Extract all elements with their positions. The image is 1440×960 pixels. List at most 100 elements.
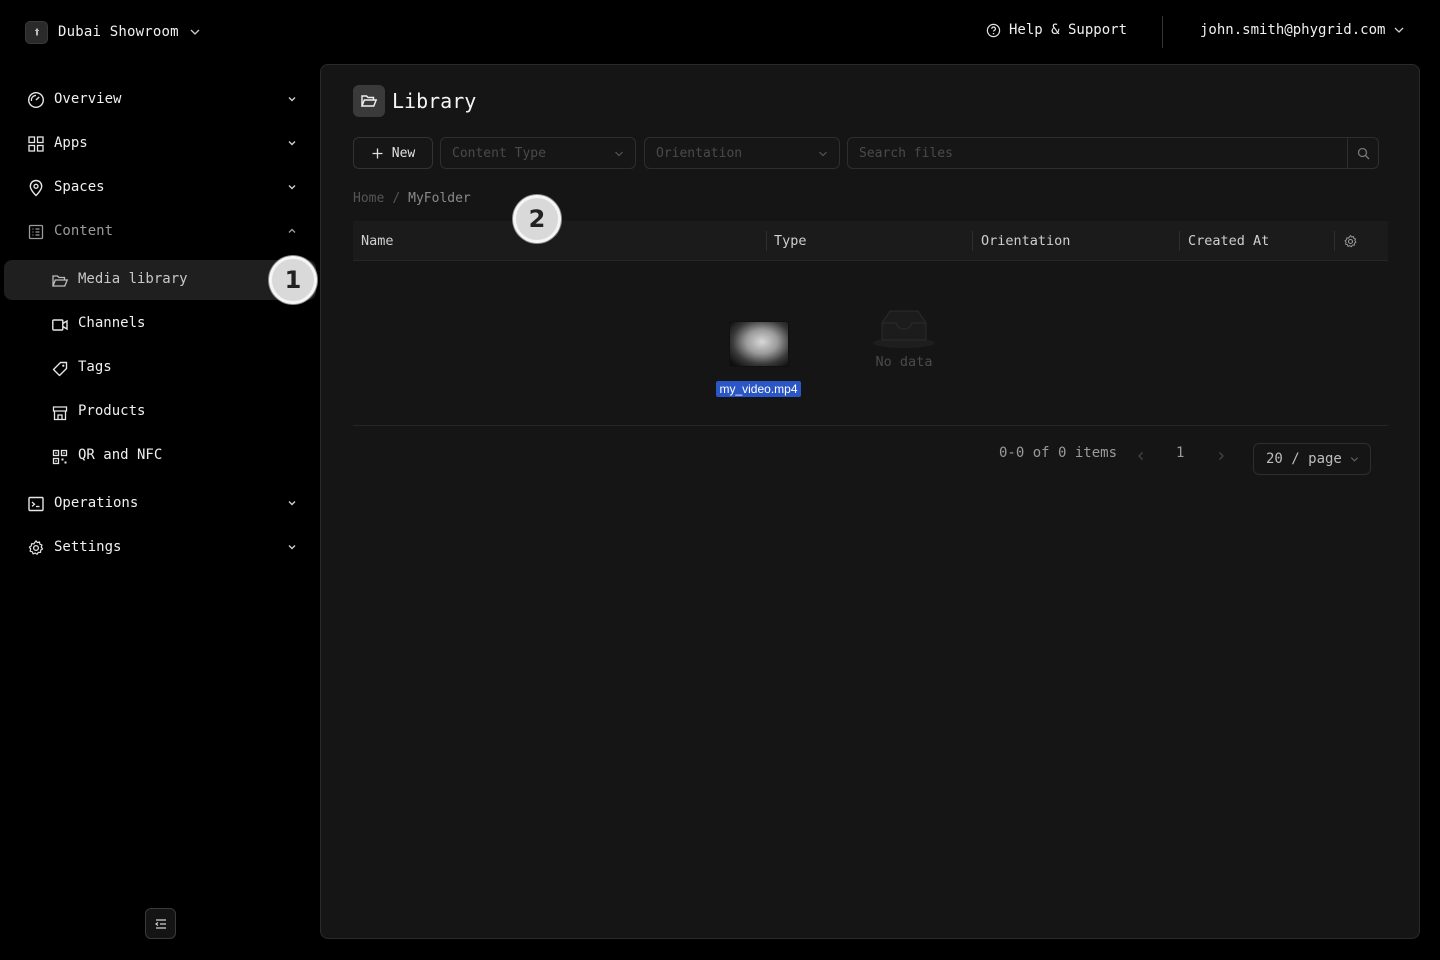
page-header: Library	[353, 85, 476, 117]
chevron-down-icon	[286, 541, 298, 553]
prev-page-button[interactable]	[1136, 451, 1146, 461]
chevron-down-icon	[286, 93, 298, 105]
column-divider	[972, 231, 973, 251]
collapse-sidebar-button[interactable]	[145, 908, 176, 939]
next-page-button[interactable]	[1216, 451, 1226, 461]
sidebar-item-apps[interactable]: Apps	[4, 123, 316, 163]
sidebar: Overview Apps Spaces Content Media libra…	[0, 64, 320, 960]
chevron-down-icon	[817, 148, 829, 160]
column-divider	[766, 231, 767, 251]
gear-icon	[1343, 234, 1358, 249]
folder-open-icon	[51, 272, 69, 290]
video-icon	[51, 316, 69, 334]
dragged-file[interactable]: my_video.mp4	[714, 321, 803, 397]
page-size-select[interactable]: 20 / page	[1253, 443, 1371, 475]
menu-collapse-icon	[154, 917, 168, 931]
plus-icon	[371, 147, 384, 160]
sidebar-item-channels[interactable]: Channels	[4, 304, 316, 344]
sidebar-item-label: Operations	[54, 495, 139, 511]
org-logo	[25, 20, 48, 44]
sidebar-item-label: QR and NFC	[78, 447, 163, 463]
dragged-file-name: my_video.mp4	[716, 381, 801, 397]
chevron-down-icon	[189, 26, 201, 38]
pagination-summary: 0-0 of 0 items	[999, 445, 1117, 461]
breadcrumb-separator: /	[392, 191, 401, 206]
empty-state: No data	[872, 307, 936, 370]
orientation-select[interactable]: Orientation	[644, 137, 840, 169]
chevron-left-icon	[1136, 451, 1146, 461]
chevron-up-icon	[286, 225, 298, 237]
search-icon	[1357, 147, 1370, 160]
folder-open-icon	[353, 85, 385, 117]
sidebar-item-label: Products	[78, 403, 146, 419]
empty-box-icon	[872, 307, 936, 348]
column-header-orientation[interactable]: Orientation	[981, 221, 1070, 261]
top-bar: Dubai Showroom Help & Support john.smith…	[0, 0, 1440, 64]
sidebar-item-label: Apps	[54, 135, 88, 151]
column-header-name[interactable]: Name	[361, 221, 394, 261]
sidebar-item-label: Channels	[78, 315, 146, 331]
terminal-icon	[27, 495, 45, 513]
column-settings-button[interactable]	[1343, 221, 1358, 261]
help-support-label: Help & Support	[1009, 22, 1128, 38]
table-body-empty: No data	[353, 261, 1388, 426]
column-divider	[1334, 231, 1335, 251]
sidebar-item-spaces[interactable]: Spaces	[4, 167, 316, 207]
grid-icon	[27, 135, 45, 153]
help-support-link[interactable]: Help & Support	[986, 22, 1127, 38]
sidebar-item-label: Tags	[78, 359, 112, 375]
sidebar-item-content[interactable]: Content	[4, 211, 316, 251]
search-input[interactable]	[848, 138, 1347, 168]
org-name: Dubai Showroom	[58, 24, 179, 40]
current-page: 1	[1176, 445, 1185, 461]
content-type-select[interactable]: Content Type	[440, 137, 636, 169]
store-icon	[51, 404, 69, 422]
table-header: Name Type Orientation Created At	[353, 221, 1388, 261]
search-button[interactable]	[1347, 138, 1378, 168]
breadcrumb: Home / MyFolder	[353, 191, 471, 206]
page-number-button[interactable]: 1	[1176, 445, 1184, 461]
video-thumbnail	[728, 321, 789, 367]
orientation-placeholder: Orientation	[656, 145, 743, 161]
question-circle-icon	[986, 23, 1001, 38]
sidebar-item-label: Content	[54, 223, 114, 239]
sidebar-item-tags[interactable]: Tags	[4, 348, 316, 388]
sidebar-item-qr-and-nfc[interactable]: QR and NFC	[4, 436, 316, 476]
column-header-type[interactable]: Type	[774, 221, 807, 261]
page-size-value: 20 / page	[1266, 451, 1342, 467]
sidebar-item-settings[interactable]: Settings	[4, 527, 316, 567]
step-badge-1: 1	[269, 256, 317, 304]
sidebar-item-label: Spaces	[54, 179, 105, 195]
pagination-total: 0-0 of 0 items	[999, 445, 1118, 461]
chevron-down-icon	[286, 497, 298, 509]
page-title: Library	[392, 89, 477, 113]
sidebar-item-operations[interactable]: Operations	[4, 483, 316, 523]
new-button[interactable]: New	[353, 137, 433, 169]
chevron-down-icon	[1349, 454, 1360, 465]
dashboard-gauge-icon	[27, 91, 45, 109]
breadcrumb-home[interactable]: Home	[353, 191, 384, 206]
topbar-divider	[1162, 16, 1163, 48]
sidebar-item-products[interactable]: Products	[4, 392, 316, 432]
sidebar-item-label: Overview	[54, 91, 122, 107]
library-panel: Library New Content Type Orientation Hom…	[320, 64, 1420, 939]
step-badge-2: 2	[513, 195, 561, 243]
column-divider	[1179, 231, 1180, 251]
content-icon	[27, 223, 45, 241]
user-menu[interactable]: john.smith@phygrid.com	[1200, 22, 1405, 38]
chevron-down-icon	[286, 181, 298, 193]
chevron-down-icon	[1393, 24, 1405, 36]
user-email: john.smith@phygrid.com	[1200, 22, 1386, 38]
column-header-created-at[interactable]: Created At	[1188, 221, 1269, 261]
qr-code-icon	[51, 448, 69, 466]
chevron-right-icon	[1216, 451, 1226, 461]
sidebar-item-overview[interactable]: Overview	[4, 79, 316, 119]
org-switcher[interactable]: Dubai Showroom	[25, 20, 201, 44]
breadcrumb-current: MyFolder	[408, 191, 471, 206]
content-type-placeholder: Content Type	[452, 145, 546, 161]
sidebar-item-label: Settings	[54, 539, 122, 555]
chevron-down-icon	[613, 148, 625, 160]
map-pin-icon	[27, 179, 45, 197]
tag-icon	[51, 360, 69, 378]
chevron-down-icon	[286, 137, 298, 149]
